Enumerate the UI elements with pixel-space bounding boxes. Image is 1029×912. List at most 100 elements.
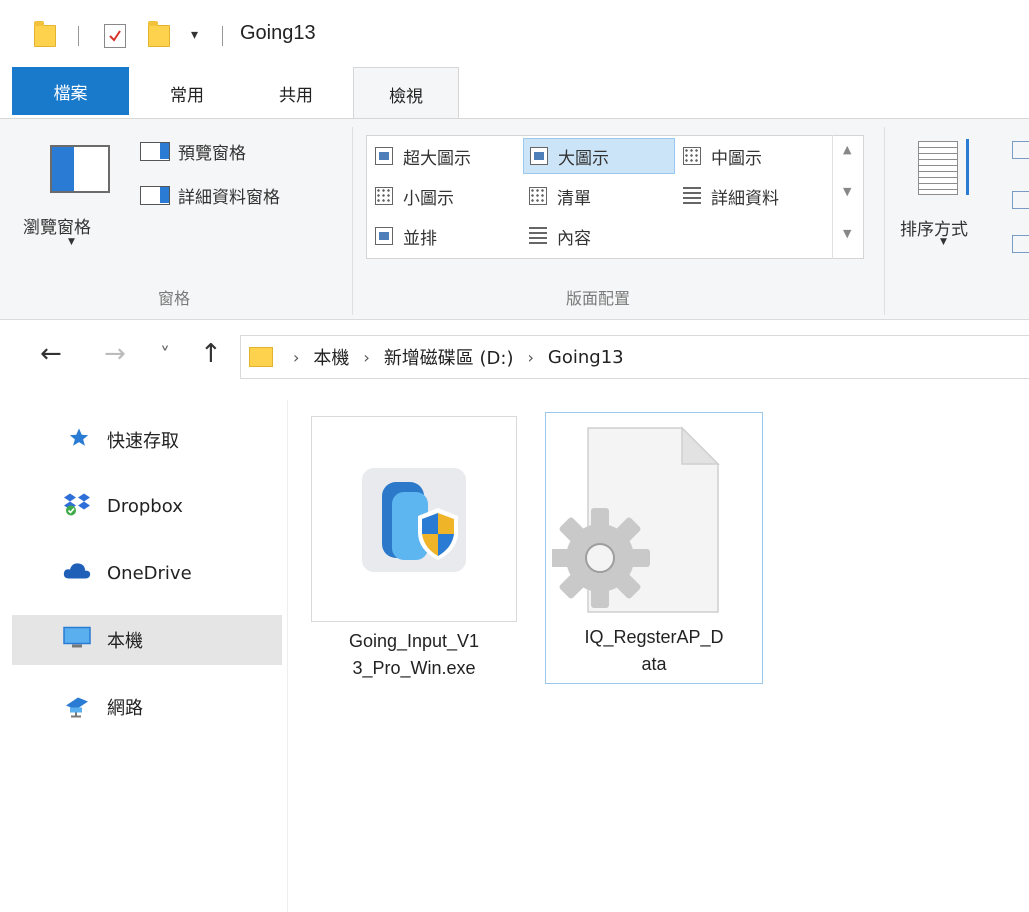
address-bar[interactable]: › 本機 › 新增磁碟區 (D:) › Going13 (240, 335, 1029, 379)
breadcrumb-chevron[interactable]: › (363, 348, 369, 367)
layout-tiles[interactable]: 並排 (369, 218, 521, 254)
layout-item-label: 內容 (557, 228, 591, 249)
star-icon (68, 427, 90, 454)
dropbox-icon (62, 492, 92, 521)
layout-details[interactable]: 詳細資料 (677, 178, 837, 214)
layout-gallery-scroll[interactable]: ▲ ▼ ▼ (832, 135, 864, 259)
layout-small-icons[interactable]: 小圖示 (369, 178, 521, 214)
scroll-up-icon[interactable]: ▲ (843, 143, 851, 156)
layout-item-label: 並排 (403, 228, 437, 249)
layout-item-label: 超大圖示 (403, 148, 471, 169)
forward-button[interactable]: → (104, 339, 126, 369)
sidebar-item-dropbox[interactable]: Dropbox (12, 481, 282, 531)
recent-locations-button[interactable]: ˅ (160, 343, 170, 367)
group-label-layout: 版面配置 (566, 289, 631, 308)
details-pane-label: 詳細資料窗格 (178, 187, 280, 208)
ribbon-panel: 瀏覽窗格 ▼ 預覽窗格 詳細資料窗格 窗格 超大圖示 大圖示 中圖示 小圖示 清… (0, 118, 1029, 320)
preview-pane-icon (140, 141, 170, 161)
layout-list[interactable]: 清單 (523, 178, 675, 214)
sort-by-button[interactable]: 排序方式 ▼ (896, 137, 1006, 267)
medium-icons-icon (683, 147, 701, 165)
large-icons-icon (530, 147, 548, 165)
ribbon-tabs: 檔案 常用 共用 檢視 (0, 62, 1029, 121)
network-icon (62, 692, 92, 723)
details-icon (683, 187, 701, 205)
sidebar-item-label: Dropbox (107, 495, 183, 517)
layout-item-label: 大圖示 (558, 148, 609, 169)
chevron-down-icon: ▼ (68, 237, 75, 247)
preview-pane-label: 預覽窗格 (178, 143, 246, 164)
folder-icon (34, 21, 56, 47)
gear-file-icon (552, 426, 720, 613)
navigation-pane-label: 瀏覽窗格 (23, 218, 91, 238)
sidebar-item-quick-access[interactable]: 快速存取 (12, 415, 282, 465)
layout-item-label: 小圖示 (403, 188, 454, 209)
sort-icon (918, 141, 958, 195)
preview-pane-button[interactable]: 預覽窗格 (140, 137, 246, 165)
navigation-pane: 快速存取 Dropbox OneDrive 本機 網路 (0, 400, 288, 912)
layout-item-label: 中圖示 (711, 148, 762, 169)
file-name-line: Going_Input_V1 (348, 631, 480, 651)
group-by-icon[interactable] (1012, 141, 1029, 159)
installer-shield-icon (362, 468, 466, 572)
tab-view[interactable]: 檢視 (353, 67, 459, 121)
new-folder-icon[interactable] (148, 21, 170, 47)
sidebar-item-this-pc[interactable]: 本機 (12, 615, 282, 665)
file-name-line: ata (641, 654, 667, 674)
address-row: ← → ˅ ↑ › 本機 › 新增磁碟區 (D:) › Going13 (0, 321, 1029, 397)
tab-file[interactable]: 檔案 (12, 67, 129, 115)
layout-item-label: 清單 (557, 188, 591, 209)
content-icon (529, 227, 547, 245)
scroll-down-icon[interactable]: ▼ (843, 185, 851, 198)
list-icon (529, 187, 547, 205)
group-label-panes: 窗格 (158, 289, 191, 308)
tab-share[interactable]: 共用 (250, 67, 342, 120)
sidebar-item-label: OneDrive (107, 562, 192, 584)
extra-large-icons-icon (375, 147, 393, 165)
layout-medium-icons[interactable]: 中圖示 (677, 138, 829, 174)
breadcrumb-chevron[interactable]: › (293, 348, 299, 367)
breadcrumb-drive-d[interactable]: 新增磁碟區 (D:) (384, 344, 514, 370)
file-name-line: IQ_RegsterAP_D (584, 627, 724, 647)
navigation-pane-button[interactable]: 瀏覽窗格 ▼ (20, 137, 125, 267)
tiles-icon (375, 227, 393, 245)
window-title: Going13 (240, 22, 316, 44)
expand-gallery-icon[interactable]: ▼ (843, 227, 851, 240)
sort-arrow-icon (966, 139, 969, 195)
computer-icon (62, 626, 92, 655)
file-name-line: 3_Pro_Win.exe (352, 658, 476, 678)
sidebar-item-label: 網路 (107, 698, 143, 719)
navigation-pane-icon (50, 145, 110, 193)
details-pane-icon (140, 185, 170, 205)
divider (78, 26, 79, 46)
layout-large-icons[interactable]: 大圖示 (523, 138, 675, 174)
breadcrumb-chevron[interactable]: › (528, 348, 534, 367)
breadcrumb-this-pc[interactable]: 本機 (313, 344, 349, 370)
sort-by-label: 排序方式 (900, 220, 968, 240)
details-pane-button[interactable]: 詳細資料窗格 (140, 181, 280, 209)
small-icons-icon (375, 187, 393, 205)
layout-content[interactable]: 內容 (523, 218, 675, 254)
customize-toolbar-dropdown[interactable]: ▾ (191, 27, 198, 43)
size-columns-icon[interactable] (1012, 235, 1029, 253)
cloud-icon (62, 561, 92, 586)
divider (352, 127, 353, 315)
layout-gallery: 超大圖示 大圖示 中圖示 小圖示 清單 詳細資料 並排 內容 (366, 135, 864, 259)
layout-extra-large-icons[interactable]: 超大圖示 (369, 138, 521, 174)
add-columns-icon[interactable] (1012, 191, 1029, 209)
title-bar: ▾ Going13 (0, 0, 1029, 62)
back-button[interactable]: ← (40, 339, 62, 369)
sidebar-item-label: 快速存取 (107, 431, 179, 452)
sidebar-item-onedrive[interactable]: OneDrive (12, 548, 282, 598)
chevron-down-icon: ▼ (940, 237, 947, 247)
breadcrumb-going13[interactable]: Going13 (548, 347, 624, 368)
divider (222, 26, 223, 46)
layout-item-label: 詳細資料 (711, 188, 779, 209)
sidebar-item-network[interactable]: 網路 (12, 682, 282, 732)
divider (884, 127, 885, 315)
folder-icon (249, 347, 273, 367)
sidebar-item-label: 本機 (107, 631, 143, 652)
up-button[interactable]: ↑ (200, 339, 222, 369)
tab-home[interactable]: 常用 (143, 67, 231, 120)
properties-icon[interactable] (104, 24, 126, 48)
